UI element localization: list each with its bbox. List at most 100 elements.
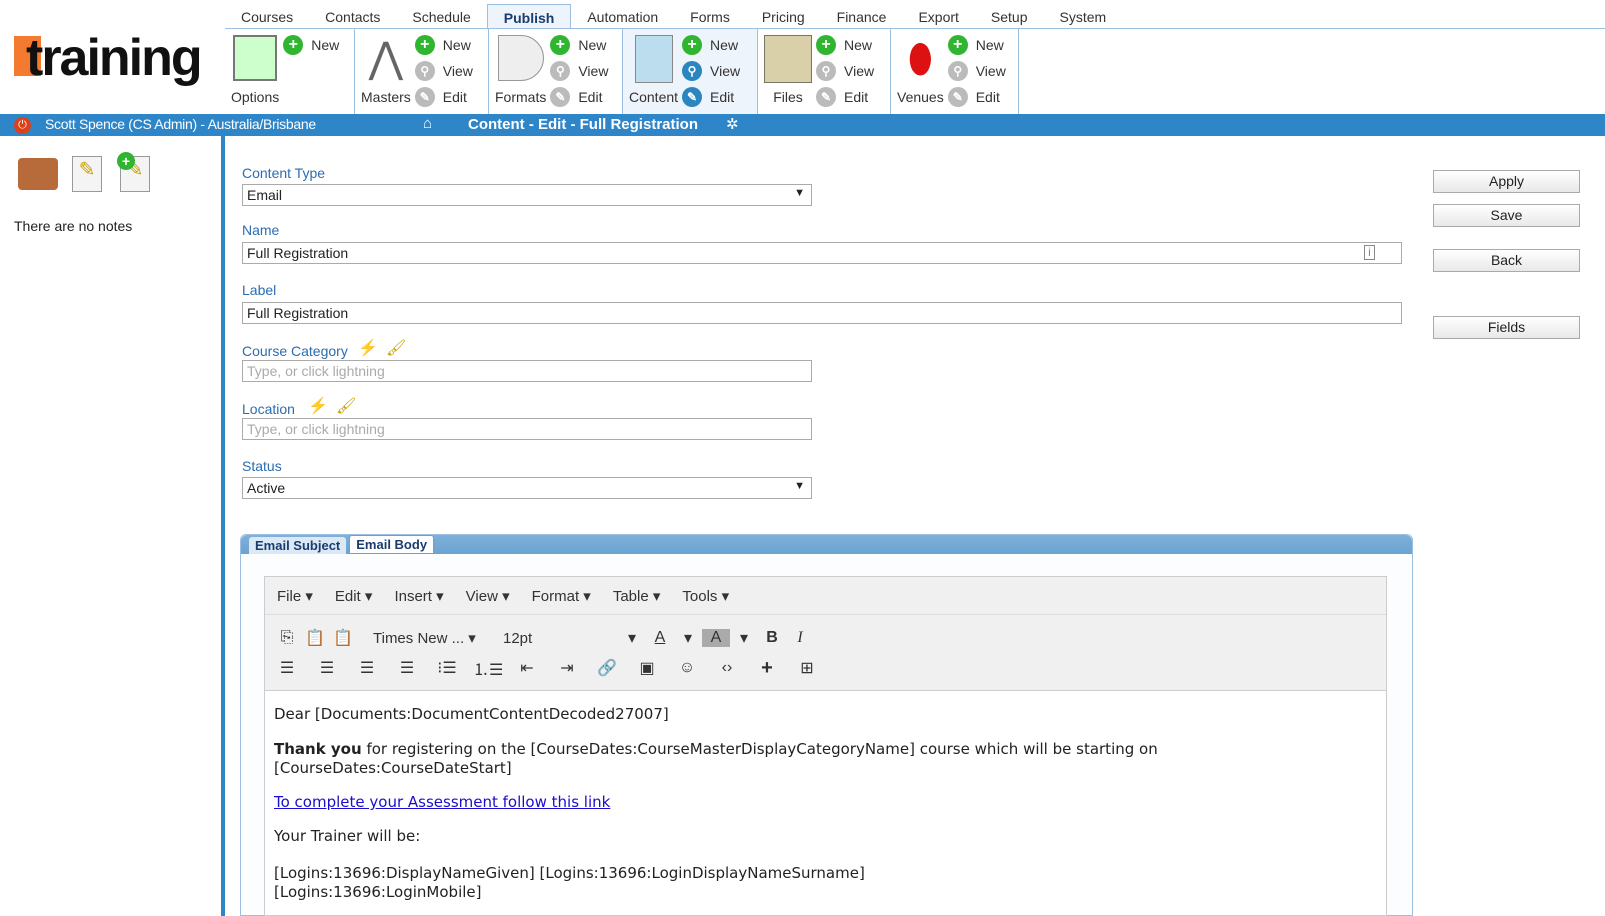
menu-label: Insert <box>394 588 432 605</box>
copy-icon[interactable]: ⎘ <box>273 629 301 647</box>
align-left-icon[interactable]: ☰ <box>273 658 301 678</box>
dropdown-arrow-icon[interactable]: ▾ <box>618 628 646 648</box>
briefcase-icon[interactable] <box>18 158 58 190</box>
tab-setup[interactable]: Setup <box>975 4 1044 29</box>
emoticon-icon[interactable]: ☺ <box>673 659 701 677</box>
tab-courses[interactable]: Courses <box>225 4 309 29</box>
dropdown-arrow-icon[interactable]: ▾ <box>674 628 702 648</box>
notes-icon[interactable]: ✎ <box>72 156 102 192</box>
menu-table[interactable]: Table ▾ <box>613 588 661 605</box>
home-icon[interactable]: ⌂ <box>423 115 432 132</box>
action-label: New <box>844 37 873 53</box>
link-icon[interactable]: 🔗 <box>593 658 621 678</box>
tab-system[interactable]: System <box>1044 4 1123 29</box>
paste-text-icon[interactable]: 📋 <box>329 628 357 648</box>
tab-pricing[interactable]: Pricing <box>746 4 821 29</box>
action-label: New <box>578 37 607 53</box>
background-color-icon[interactable]: A <box>702 629 730 647</box>
tab-email-body[interactable]: Email Body <box>349 535 435 554</box>
outdent-icon[interactable]: ⇤ <box>513 658 541 678</box>
dropdown-arrow-icon[interactable]: ▾ <box>730 628 758 648</box>
menu-label: Table <box>612 588 649 605</box>
venues-edit-button[interactable]: ✎ Edit <box>947 87 1006 107</box>
files-button[interactable]: Files <box>764 35 812 114</box>
masters-button[interactable]: ⋀ Masters <box>361 35 411 114</box>
content-edit-button[interactable]: ✎ Edit <box>682 87 740 107</box>
tab-forms[interactable]: Forms <box>674 4 746 29</box>
options-button[interactable]: Options <box>231 35 279 114</box>
align-center-icon[interactable]: ☰ <box>313 658 341 678</box>
numbered-list-icon[interactable]: ⒈☰ <box>473 656 503 680</box>
lightning-icon[interactable]: ⚡ <box>358 338 378 358</box>
content-type-select[interactable]: Email ▼ <box>242 184 812 206</box>
menu-file[interactable]: File ▾ <box>277 588 313 605</box>
menu-format[interactable]: Format ▾ <box>532 588 591 605</box>
magnifier-icon: ⚲ <box>947 61 968 81</box>
fields-button[interactable]: Fields <box>1433 316 1580 339</box>
gear-icon[interactable]: ✲ <box>726 115 739 133</box>
menu-view[interactable]: View ▾ <box>466 588 510 605</box>
power-icon[interactable]: ⏻ <box>14 117 31 134</box>
field-info-icon[interactable]: i <box>1364 245 1375 260</box>
tab-publish[interactable]: Publish <box>486 4 572 29</box>
tab-export[interactable]: Export <box>902 4 974 29</box>
text-color-icon[interactable]: A <box>646 629 674 647</box>
files-edit-button[interactable]: ✎ Edit <box>816 87 874 107</box>
files-view-button[interactable]: ⚲ View <box>816 61 874 81</box>
template-icon[interactable]: ⊞ <box>793 658 821 678</box>
clear-brush-icon[interactable]: 🖌 <box>336 396 356 416</box>
clear-brush-icon[interactable]: 🖌 <box>386 338 406 358</box>
location-input[interactable]: Type, or click lightning <box>242 418 812 440</box>
tab-email-subject[interactable]: Email Subject <box>249 537 347 554</box>
venues-view-button[interactable]: ⚲ View <box>947 61 1006 81</box>
indent-icon[interactable]: ⇥ <box>553 658 581 678</box>
back-button[interactable]: Back <box>1433 249 1580 272</box>
files-new-button[interactable]: + New <box>816 35 874 55</box>
assessment-link[interactable]: To complete your Assessment follow this … <box>274 793 610 811</box>
content-new-button[interactable]: + New <box>682 35 740 55</box>
tab-automation[interactable]: Automation <box>571 4 674 29</box>
tab-schedule[interactable]: Schedule <box>396 4 486 29</box>
menu-insert[interactable]: Insert ▾ <box>394 588 443 605</box>
action-label: View <box>844 63 875 79</box>
course-category-input[interactable]: Type, or click lightning <box>242 360 812 382</box>
tab-contacts[interactable]: Contacts <box>309 4 396 29</box>
menu-tools[interactable]: Tools ▾ <box>682 588 729 605</box>
lightning-icon[interactable]: ⚡ <box>308 396 328 416</box>
formats-view-button[interactable]: ⚲ View <box>550 61 608 81</box>
masters-new-button[interactable]: + New <box>414 35 473 55</box>
venues-new-button[interactable]: + New <box>947 35 1006 55</box>
formats-edit-button[interactable]: ✎ Edit <box>550 87 608 107</box>
italic-icon[interactable]: I <box>786 629 814 647</box>
align-right-icon[interactable]: ☰ <box>353 658 381 678</box>
masters-edit-button[interactable]: ✎ Edit <box>414 87 473 107</box>
justify-icon[interactable]: ☰ <box>393 658 421 678</box>
font-size-select[interactable]: 12pt <box>503 630 618 647</box>
paste-icon[interactable]: 📋 <box>301 628 329 648</box>
content-view-button[interactable]: ⚲ View <box>682 61 740 81</box>
venues-button[interactable]: ⬮ Venues <box>897 35 944 114</box>
name-input[interactable]: Full Registration i <box>242 242 1402 264</box>
source-code-icon[interactable]: ‹› <box>713 659 741 677</box>
image-icon[interactable]: ▣ <box>633 658 661 678</box>
formats-new-button[interactable]: + New <box>550 35 608 55</box>
insert-plus-icon[interactable]: + <box>753 657 781 680</box>
options-new-button[interactable]: + New <box>283 35 339 55</box>
content-type-label: Content Type <box>242 165 326 181</box>
label-input[interactable]: Full Registration <box>242 302 1402 324</box>
menu-edit[interactable]: Edit ▾ <box>335 588 373 605</box>
rich-text-editor: File ▾ Edit ▾ Insert ▾ View ▾ Format ▾ Table … <box>264 576 1387 916</box>
tab-finance[interactable]: Finance <box>821 4 903 29</box>
save-button[interactable]: Save <box>1433 204 1580 227</box>
editor-content[interactable]: Dear [Documents:DocumentContentDecoded27… <box>265 691 1386 916</box>
font-family-select[interactable]: Times New ... ▾ <box>373 629 503 647</box>
bullet-list-icon[interactable]: ⁝☰ <box>433 658 461 678</box>
content-button[interactable]: Content <box>629 35 678 114</box>
pencil-icon: ✎ <box>414 87 435 107</box>
apply-button[interactable]: Apply <box>1433 170 1580 193</box>
masters-view-button[interactable]: ⚲ View <box>414 61 473 81</box>
bold-icon[interactable]: B <box>758 629 786 647</box>
status-select[interactable]: Active ▼ <box>242 477 812 499</box>
no-notes-text: There are no notes <box>14 218 133 234</box>
formats-button[interactable]: Formats <box>495 35 546 114</box>
